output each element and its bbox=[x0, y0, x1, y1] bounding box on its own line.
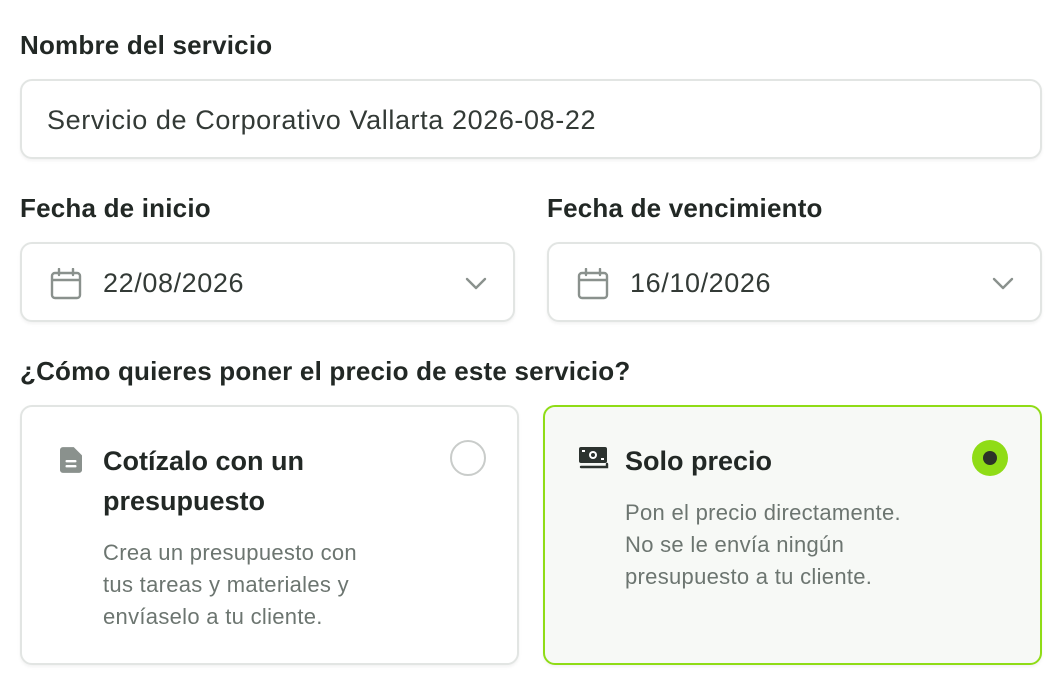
due-date-label: Fecha de vencimiento bbox=[547, 193, 823, 223]
budget-option-title-1: Cotízalo con un bbox=[103, 446, 304, 476]
due-date-picker[interactable]: 16/10/2026 bbox=[547, 242, 1042, 322]
price-only-option-desc-2: No se le envía ningún bbox=[625, 532, 845, 557]
pricing-option-price-only[interactable]: Solo precio Pon el precio directamente. … bbox=[543, 405, 1042, 665]
budget-option-radio[interactable] bbox=[450, 440, 486, 476]
service-name-label: Nombre del servicio bbox=[20, 30, 273, 60]
budget-option-title-2: presupuesto bbox=[103, 486, 266, 516]
pricing-option-budget[interactable]: Cotízalo con un presupuesto Crea un pres… bbox=[20, 405, 519, 665]
chevron-down-icon[interactable] bbox=[992, 277, 1014, 291]
due-date-value: 16/10/2026 bbox=[630, 268, 772, 298]
cash-icon bbox=[579, 447, 609, 469]
budget-option-desc-2: tus tareas y materiales y bbox=[103, 572, 349, 597]
service-name-input[interactable]: Servicio de Corporativo Vallarta 2026-08… bbox=[20, 79, 1042, 159]
budget-option-desc-3: envíaselo a tu cliente. bbox=[103, 604, 323, 629]
price-only-option-title: Solo precio bbox=[625, 446, 773, 476]
price-only-option-radio[interactable] bbox=[972, 440, 1008, 476]
service-name-value: Servicio de Corporativo Vallarta 2026-08… bbox=[47, 105, 597, 135]
chevron-down-icon[interactable] bbox=[465, 277, 487, 291]
budget-option-desc-1: Crea un presupuesto con bbox=[103, 540, 357, 565]
start-date-picker[interactable]: 22/08/2026 bbox=[20, 242, 515, 322]
calendar-icon bbox=[50, 268, 82, 300]
document-icon bbox=[60, 447, 82, 473]
radio-selected-dot bbox=[983, 451, 997, 465]
price-only-option-desc-3: presupuesto a tu cliente. bbox=[625, 564, 873, 589]
start-date-value: 22/08/2026 bbox=[103, 268, 245, 298]
start-date-label: Fecha de inicio bbox=[20, 193, 211, 223]
calendar-icon bbox=[577, 268, 609, 300]
price-only-option-desc-1: Pon el precio directamente. bbox=[625, 500, 901, 525]
pricing-question: ¿Cómo quieres poner el precio de este se… bbox=[20, 356, 631, 386]
